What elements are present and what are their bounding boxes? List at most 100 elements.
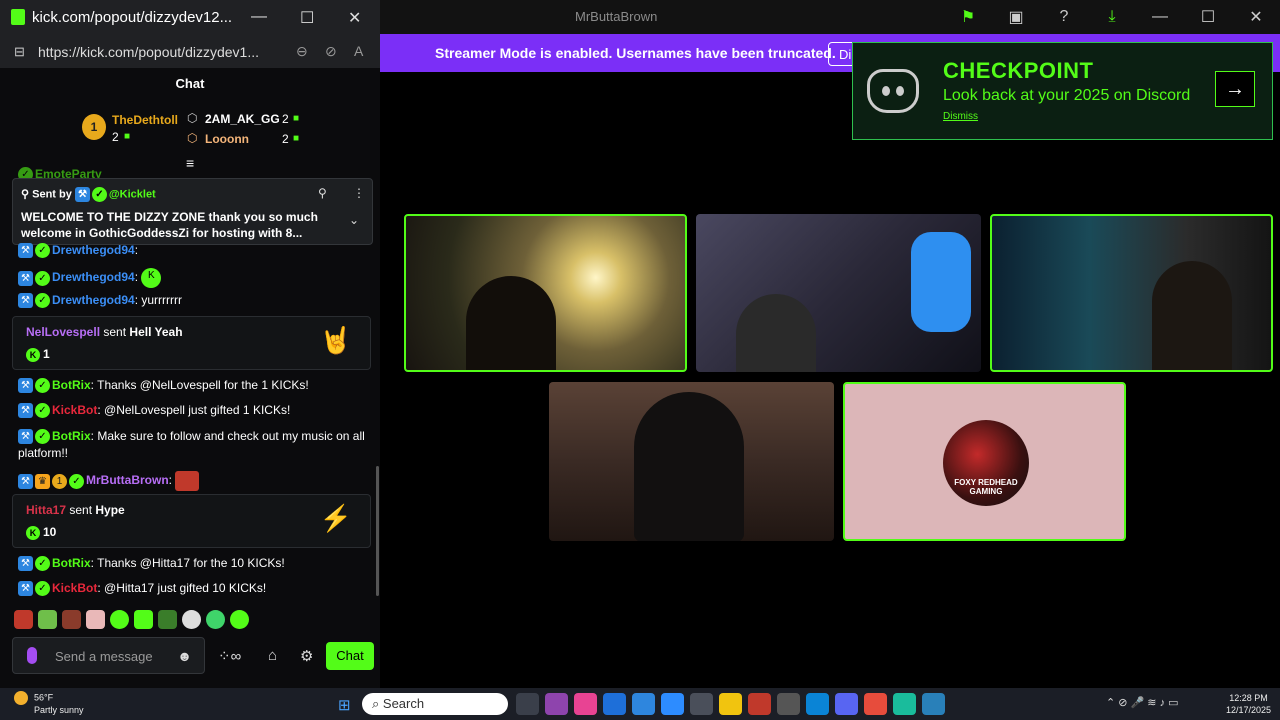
- arrow-right-icon[interactable]: →: [1215, 71, 1255, 107]
- app-icon[interactable]: [632, 693, 655, 715]
- help-icon[interactable]: ?: [1040, 8, 1088, 26]
- file-explorer-icon[interactable]: [719, 693, 742, 715]
- edge-icon[interactable]: [806, 693, 829, 715]
- emote-icon[interactable]: [134, 610, 153, 629]
- emote-icon[interactable]: [230, 610, 249, 629]
- emote-icon[interactable]: [206, 610, 225, 629]
- chat-username[interactable]: KickBot: [52, 403, 97, 417]
- kick-favicon-icon: [11, 9, 25, 25]
- message-input[interactable]: Send a message: [55, 649, 153, 664]
- chat-username[interactable]: Drewthegod94: [52, 243, 135, 257]
- gem-icon: ■: [293, 133, 300, 144]
- maximize-icon[interactable]: ☐: [1184, 7, 1232, 27]
- emote-icon[interactable]: [110, 610, 129, 629]
- video-tile-3[interactable]: [990, 214, 1273, 372]
- chat-message: ⚒ ✓ KickBot: @NelLovespell just gifted 1 K…: [18, 403, 290, 419]
- face-emote-icon: [175, 471, 200, 491]
- taskbar-search[interactable]: ⌕ Search: [362, 693, 508, 715]
- minimize-icon[interactable]: —: [1136, 8, 1184, 26]
- chat-username[interactable]: MrButtaBrown: [86, 473, 169, 487]
- chat-message: ⚒ ✓ Drewthegod94: K: [18, 268, 163, 288]
- verified-icon: ✓: [35, 270, 50, 286]
- tracking-icon[interactable]: ⊘: [325, 43, 337, 60]
- site-info-icon[interactable]: ⊟: [14, 44, 25, 60]
- zoom-icon[interactable]: ⊖: [296, 43, 308, 60]
- gift-sent: sent: [103, 325, 127, 339]
- emote-icon[interactable]: [62, 610, 81, 629]
- chat-scrollbar[interactable]: [376, 466, 379, 596]
- read-aloud-icon[interactable]: A: [354, 43, 363, 59]
- pinned-sender-name[interactable]: @Kicklet: [109, 188, 156, 200]
- chat-text: platform!!: [18, 446, 69, 460]
- app-icon[interactable]: [545, 693, 568, 715]
- streamer-silhouette: [1152, 261, 1232, 370]
- chat-username[interactable]: KickBot: [52, 581, 97, 595]
- emote-icon[interactable]: [38, 610, 57, 629]
- emote-icon[interactable]: [158, 610, 177, 629]
- emoji-icon[interactable]: ☻: [177, 648, 192, 664]
- mod-icon: ⚒: [18, 556, 33, 572]
- record-icon[interactable]: ▣: [992, 7, 1040, 27]
- emote-icon[interactable]: [14, 610, 33, 629]
- chat-username[interactable]: Drewthegod94: [52, 293, 135, 307]
- banner-text: Streamer Mode is enabled. Usernames have…: [435, 45, 836, 61]
- settings-app-icon[interactable]: [777, 693, 800, 715]
- message-composer[interactable]: Send a message ☻: [12, 637, 205, 674]
- leader-user-name[interactable]: Looonn: [205, 132, 249, 146]
- close-icon[interactable]: ✕: [348, 8, 361, 28]
- emote-icon[interactable]: [182, 610, 201, 629]
- dismiss-link[interactable]: Dismiss: [943, 111, 978, 122]
- leader-user-name[interactable]: 2AM_AK_GG: [205, 112, 280, 126]
- maximize-icon[interactable]: ☐: [300, 8, 314, 28]
- store-app-icon[interactable]: [690, 693, 713, 715]
- chevron-down-icon[interactable]: ⌄: [349, 213, 359, 227]
- rank-badge: 1: [82, 114, 106, 140]
- video-tile-4[interactable]: [549, 382, 834, 541]
- microphone-icon[interactable]: [27, 647, 37, 664]
- mod-icon: ⚒: [18, 293, 33, 309]
- windows-start-icon[interactable]: ⊞: [338, 696, 351, 714]
- expand-chevron-icon[interactable]: ≡: [186, 155, 194, 171]
- address-bar[interactable]: ⊟ https://kick.com/popout/dizzydev1... ⊖…: [0, 36, 380, 68]
- chat-username[interactable]: BotRix: [52, 556, 91, 570]
- chat-send-button[interactable]: Chat: [326, 642, 374, 670]
- video-tile-2[interactable]: [696, 214, 981, 372]
- weather-widget[interactable]: 56°F Partly sunny: [14, 691, 84, 715]
- gift-leaderboard: 1 TheDethtoll 2 ■ ⬡ 2AM_AK_GG 2 ■ ⬡ Looo…: [0, 100, 380, 162]
- leader-top-name[interactable]: TheDethtoll: [112, 113, 178, 127]
- discord-logo-icon: [867, 69, 919, 113]
- kick-coin-icon: K: [26, 525, 40, 540]
- store-icon[interactable]: ⌂: [268, 647, 277, 664]
- mod-icon: ⚒: [18, 581, 33, 597]
- app-icon[interactable]: [574, 693, 597, 715]
- app-icon[interactable]: [893, 693, 916, 715]
- prediction-icon[interactable]: ⁘∞: [218, 647, 241, 665]
- emote-icon[interactable]: [86, 610, 105, 629]
- chat-username[interactable]: BotRix: [52, 429, 91, 443]
- settings-gear-icon[interactable]: ⚙: [300, 647, 313, 665]
- chat-text: : @Hitta17 just gifted 10 KICKs!: [97, 581, 267, 595]
- url-text[interactable]: https://kick.com/popout/dizzydev1...: [38, 44, 259, 60]
- taskbar-clock[interactable]: 12:28 PM 12/17/2025: [1226, 692, 1271, 716]
- pinned-text: WELCOME TO THE DIZZY ZONE thank you so m…: [21, 210, 318, 240]
- system-tray[interactable]: ⌃ ⊘ 🎤 ≋ ♪ ▭: [1106, 696, 1179, 709]
- more-options-icon[interactable]: ⋮: [353, 186, 365, 200]
- close-icon[interactable]: ✕: [1232, 7, 1280, 27]
- video-tile-5[interactable]: FOXY REDHEAD GAMING: [843, 382, 1126, 541]
- chat-username[interactable]: Drewthegod94: [52, 270, 135, 284]
- pin-icon[interactable]: ⚲: [318, 186, 327, 200]
- gift-user[interactable]: Hitta17: [26, 503, 66, 517]
- app-icon[interactable]: [922, 693, 945, 715]
- discord-app-icon[interactable]: [835, 693, 858, 715]
- task-view-icon[interactable]: [516, 693, 539, 715]
- app-icon[interactable]: [864, 693, 887, 715]
- flag-icon[interactable]: ⚑: [944, 7, 992, 27]
- download-icon[interactable]: ⤓: [1088, 8, 1136, 26]
- minimize-icon[interactable]: —: [251, 8, 267, 26]
- video-tile-1[interactable]: [404, 214, 687, 372]
- gift-user[interactable]: NelLovespell: [26, 325, 100, 339]
- chat-username[interactable]: BotRix: [52, 378, 91, 392]
- hp-icon[interactable]: [603, 693, 626, 715]
- app-icon[interactable]: [748, 693, 771, 715]
- zoom-app-icon[interactable]: [661, 693, 684, 715]
